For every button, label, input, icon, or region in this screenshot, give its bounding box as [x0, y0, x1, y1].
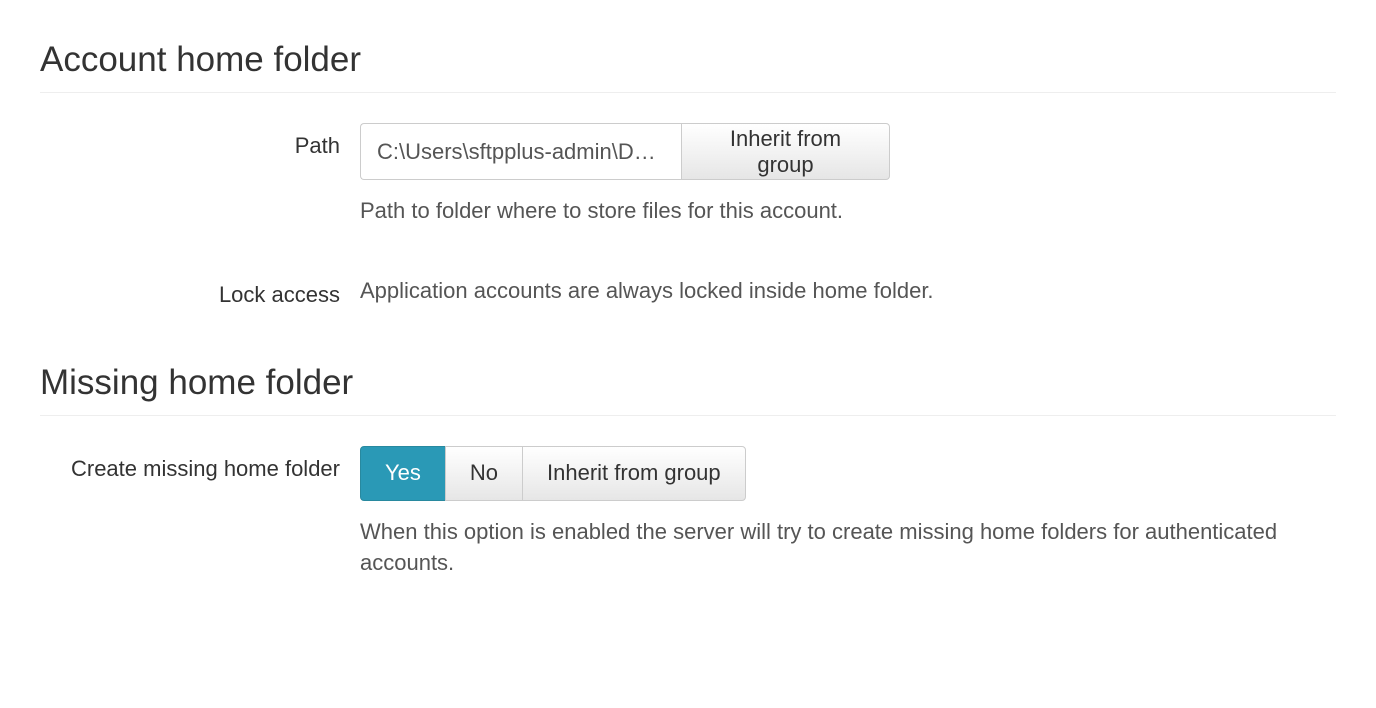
option-no-button[interactable]: No [445, 446, 523, 501]
control-wrap-path: Inherit from group Path to folder where … [360, 123, 1336, 227]
path-input[interactable] [360, 123, 681, 180]
section-missing-home-folder: Missing home folder Create missing home … [40, 363, 1336, 579]
option-inherit-button[interactable]: Inherit from group [522, 446, 746, 501]
form-row-create-missing: Create missing home folder Yes No Inheri… [40, 446, 1336, 579]
lock-access-text: Application accounts are always locked i… [360, 272, 1336, 307]
option-yes-button[interactable]: Yes [360, 446, 446, 501]
control-wrap-lock-access: Application accounts are always locked i… [360, 272, 1336, 308]
help-text-create-missing: When this option is enabled the server w… [360, 517, 1336, 579]
section-title-missing-home: Missing home folder [40, 363, 1336, 416]
section-title-account-home: Account home folder [40, 40, 1336, 93]
help-text-path: Path to folder where to store files for … [360, 196, 1336, 227]
input-group-path: Inherit from group [360, 123, 890, 180]
form-row-lock-access: Lock access Application accounts are alw… [40, 272, 1336, 308]
inherit-from-group-button[interactable]: Inherit from group [681, 123, 890, 180]
control-wrap-create-missing: Yes No Inherit from group When this opti… [360, 446, 1336, 579]
label-create-missing: Create missing home folder [40, 446, 360, 579]
section-account-home-folder: Account home folder Path Inherit from gr… [40, 40, 1336, 308]
form-row-path: Path Inherit from group Path to folder w… [40, 123, 1336, 227]
label-path: Path [40, 123, 360, 227]
btn-group-create-missing: Yes No Inherit from group [360, 446, 746, 501]
label-lock-access: Lock access [40, 272, 360, 308]
